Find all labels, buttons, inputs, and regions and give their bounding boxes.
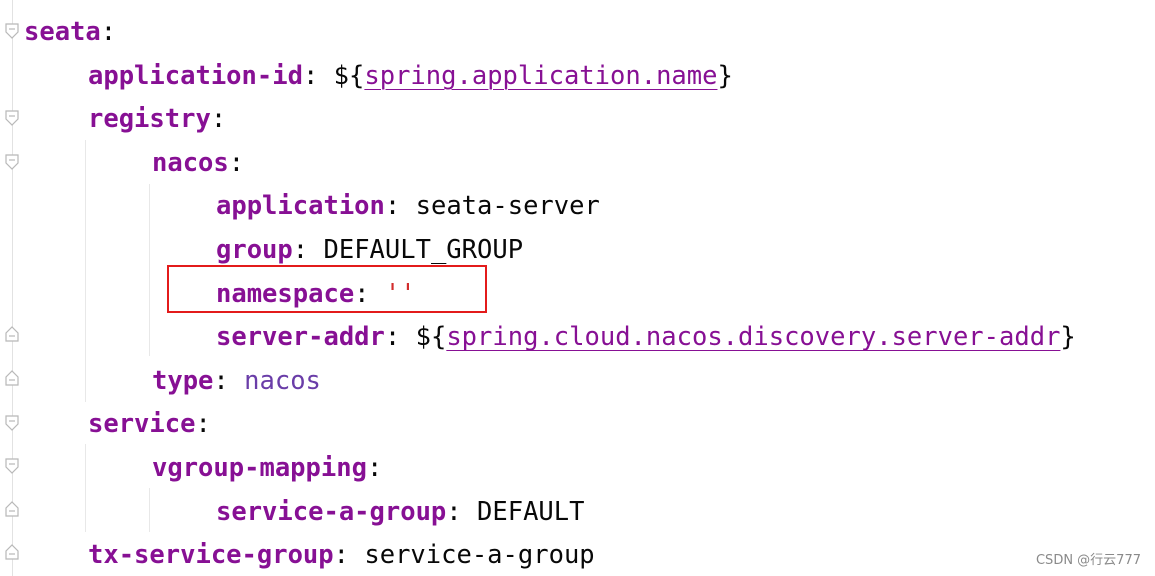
- fold-open-icon[interactable]: [3, 153, 21, 171]
- yaml-separator: :: [446, 496, 478, 527]
- code-line-type[interactable]: type: nacos: [152, 359, 321, 403]
- yaml-key: registry: [88, 104, 211, 135]
- yaml-separator: :: [213, 365, 245, 396]
- yaml-key: seata: [24, 17, 101, 47]
- yaml-separator: :: [302, 60, 334, 91]
- yaml-separator: :: [333, 540, 365, 571]
- yaml-separator: :: [384, 191, 416, 222]
- code-line-server-addr[interactable]: server-addr: ${spring.cloud.nacos.discov…: [216, 315, 1076, 359]
- code-line-service-a-group[interactable]: service-a-group: DEFAULT: [216, 490, 584, 534]
- gutter-divider: [12, 0, 13, 576]
- yaml-key: type: [152, 365, 214, 396]
- yaml-value: DEFAULT_GROUP: [323, 235, 524, 265]
- placeholder-open: ${: [333, 60, 365, 91]
- indent-guide: [85, 444, 86, 532]
- yaml-value: DEFAULT: [477, 496, 585, 527]
- yaml-key: application: [216, 191, 385, 222]
- yaml-key: nacos: [152, 147, 229, 178]
- editor-gutter: [0, 0, 26, 576]
- code-line-tx-service-group[interactable]: tx-service-group: service-a-group: [88, 533, 595, 576]
- yaml-separator: :: [292, 235, 324, 265]
- placeholder-close: }: [1060, 322, 1076, 353]
- yaml-key: group: [216, 235, 293, 265]
- yaml-separator: :: [210, 104, 227, 135]
- code-line-application[interactable]: application: seata-server: [216, 184, 600, 228]
- yaml-separator: :: [195, 409, 211, 440]
- yaml-key: server-addr: [216, 322, 385, 353]
- code-line-application-id[interactable]: application-id: ${spring.application.nam…: [88, 54, 733, 98]
- yaml-value: seata-server: [415, 191, 600, 222]
- indent-guide: [85, 140, 86, 402]
- fold-close-icon[interactable]: [3, 543, 21, 561]
- placeholder-close: }: [717, 60, 733, 91]
- yaml-key: vgroup-mapping: [152, 453, 367, 483]
- code-line-service[interactable]: service:: [88, 402, 211, 446]
- fold-close-icon[interactable]: [3, 325, 21, 343]
- placeholder-open: ${: [415, 322, 447, 353]
- yaml-value: service-a-group: [364, 540, 595, 571]
- fold-close-icon[interactable]: [3, 369, 21, 387]
- property-reference: spring.cloud.nacos.discovery.server-addr: [446, 322, 1061, 353]
- yaml-key: application-id: [88, 60, 303, 91]
- fold-open-icon[interactable]: [3, 109, 21, 127]
- fold-open-icon[interactable]: [3, 22, 21, 40]
- indent-guide: [149, 488, 150, 532]
- yaml-separator: :: [384, 322, 416, 353]
- fold-open-icon[interactable]: [3, 457, 21, 475]
- yaml-separator: :: [228, 147, 245, 178]
- yaml-separator: :: [366, 453, 383, 483]
- code-line-registry[interactable]: registry:: [88, 97, 226, 141]
- code-line-vgroup-mapping[interactable]: vgroup-mapping:: [152, 446, 382, 490]
- watermark: CSDN @行云777: [1035, 553, 1141, 568]
- namespace-highlight-box: [167, 265, 487, 313]
- fold-close-icon[interactable]: [3, 500, 21, 518]
- yaml-key: service-a-group: [216, 496, 447, 527]
- yaml-value: nacos: [244, 365, 321, 396]
- property-reference: spring.application.name: [364, 60, 718, 91]
- code-line-seata[interactable]: seata:: [24, 10, 116, 54]
- fold-open-icon[interactable]: [3, 414, 21, 432]
- indent-guide: [149, 184, 150, 356]
- yaml-key: service: [88, 409, 196, 440]
- yaml-key: tx-service-group: [88, 540, 334, 571]
- yaml-separator: :: [100, 17, 117, 47]
- code-line-nacos[interactable]: nacos:: [152, 141, 244, 185]
